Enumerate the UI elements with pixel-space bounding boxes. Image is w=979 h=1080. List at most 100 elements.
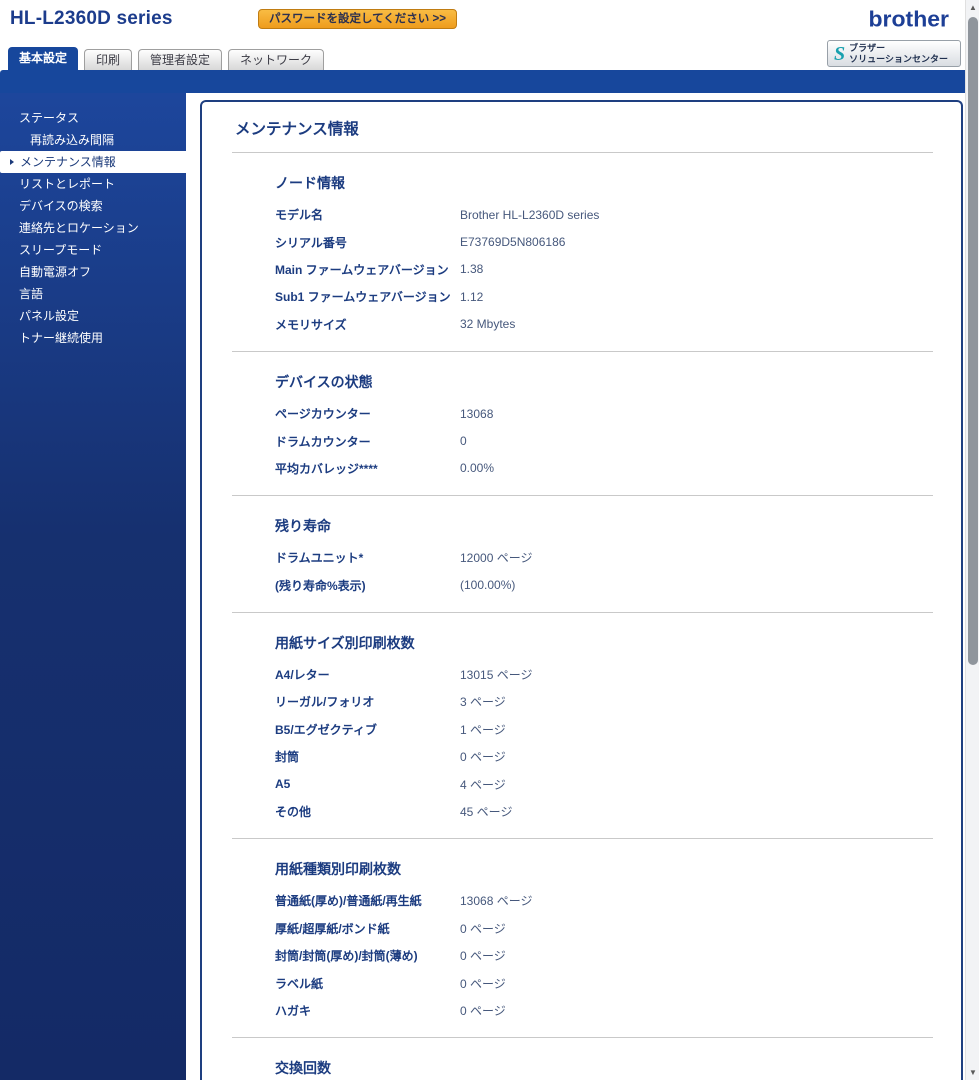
tab-print[interactable]: 印刷 (84, 49, 133, 70)
info-value: 0 ページ (460, 949, 506, 964)
info-label: ハガキ (275, 1004, 312, 1018)
info-value: 12000 ページ (460, 551, 533, 566)
info-value: 0 ページ (460, 976, 506, 991)
info-value: (100.00%) (460, 578, 516, 593)
tab-network[interactable]: ネットワーク (228, 49, 325, 70)
info-value: 1.38 (460, 262, 484, 277)
section-divider (232, 495, 933, 497)
info-label: B5/エグゼクティブ (275, 722, 377, 737)
info-row: 厚紙/超厚紙/ボンド紙 0 ページ (275, 915, 961, 942)
active-item-arrow-icon (10, 159, 14, 165)
sidebar-item-lists-reports[interactable]: リストとレポート (0, 173, 186, 195)
info-label: シリアル番号 (275, 235, 347, 250)
section-heading: 交換回数 (275, 1060, 331, 1077)
info-value: 0 ページ (460, 1004, 506, 1018)
info-row: A5 4 ページ (275, 770, 961, 797)
sidebar: ステータス 再読み込み間隔 メンテナンス情報 リストとレポート デバイスの検索 … (0, 93, 190, 1080)
vertical-scrollbar[interactable]: ▲ ▼ (965, 0, 979, 1080)
tab-basic-settings[interactable]: 基本設定 (8, 47, 79, 70)
title-divider (232, 152, 933, 153)
section-node-info: ノード情報 モデル名 Brother HL-L2360D series シリアル… (202, 173, 961, 338)
section-heading: ノード情報 (275, 175, 345, 191)
info-row: Main ファームウェアバージョン 1.38 (275, 256, 961, 283)
sidebar-item-panel-settings[interactable]: パネル設定 (0, 305, 186, 327)
info-label: Main ファームウェアバージョン (275, 262, 449, 277)
info-value: 13068 (460, 406, 494, 421)
info-label: A4/レター (275, 668, 330, 683)
info-value: 0.00% (460, 461, 495, 476)
accent-band (0, 70, 965, 93)
section-divider (232, 350, 933, 352)
info-label: モデル名 (275, 208, 324, 223)
section-heading: 残り寿命 (275, 518, 331, 535)
info-value: E73769D5N806186 (460, 235, 566, 250)
section-heading: デバイスの状態 (275, 373, 373, 390)
info-label: (残り寿命%表示) (275, 578, 366, 593)
section-replace-count: 交換回数 トナー 6 ドラムユニット 1 (202, 1058, 961, 1080)
info-row: リーガル/フォリオ 3 ページ (275, 688, 961, 715)
sidebar-nav: ステータス 再読み込み間隔 メンテナンス情報 リストとレポート デバイスの検索 … (0, 93, 190, 349)
info-label: その他 (275, 805, 312, 820)
content-title: メンテナンス情報 (235, 121, 359, 138)
solution-center-button[interactable]: S ブラザー ソリューションセンター (827, 40, 961, 67)
tab-admin-settings[interactable]: 管理者設定 (138, 49, 223, 70)
info-row: ドラムカウンター 0 (275, 427, 961, 454)
set-password-button[interactable]: パスワードを設定してください >> (258, 9, 457, 29)
info-label: ドラムユニット* (275, 551, 364, 566)
sidebar-item-contact-location[interactable]: 連絡先とロケーション (0, 217, 186, 239)
info-value: 3 ページ (460, 695, 506, 710)
info-value: 1.12 (460, 289, 484, 304)
info-value: 0 ページ (460, 750, 506, 765)
sidebar-item-status[interactable]: ステータス (0, 107, 186, 129)
sidebar-item-continue-toner[interactable]: トナー継続使用 (0, 327, 186, 349)
sidebar-item-find-device[interactable]: デバイスの検索 (0, 195, 186, 217)
page-title: HL-L2360D series (10, 8, 173, 29)
info-value: 1 ページ (460, 722, 506, 737)
info-label: ドラムカウンター (275, 434, 371, 449)
section-device-status: デバイスの状態 ページカウンター 13068 ドラムカウンター 0 平均カバレッ… (202, 372, 961, 482)
info-row: ページカウンター 13068 (275, 400, 961, 427)
info-label: 普通紙(厚め)/普通紙/再生紙 (275, 894, 422, 909)
section-heading: 用紙サイズ別印刷枚数 (275, 634, 415, 651)
info-row: 平均カバレッジ**** 0.00% (275, 455, 961, 482)
info-value: 0 ページ (460, 921, 506, 936)
section-remaining-life: 残り寿命 ドラムユニット* 12000 ページ (残り寿命%表示) (100.0… (202, 516, 961, 599)
info-row: 普通紙(厚め)/普通紙/再生紙 13068 ページ (275, 887, 961, 914)
info-row: Sub1 ファームウェアバージョン 1.12 (275, 283, 961, 310)
info-row: ドラムユニット* 12000 ページ (275, 544, 961, 571)
header: HL-L2360D series パスワードを設定してください >> broth… (0, 0, 965, 46)
info-row: A4/レター 13015 ページ (275, 661, 961, 688)
sidebar-item-auto-power-off[interactable]: 自動電源オフ (0, 261, 186, 283)
content-panel: メンテナンス情報 ノード情報 モデル名 Brother HL-L2360D se… (200, 100, 963, 1080)
solution-center-label: ブラザー ソリューションセンター (849, 42, 948, 64)
brother-logo: brother (868, 6, 950, 32)
info-value: 13015 ページ (460, 668, 533, 683)
scroll-up-arrow-icon[interactable]: ▲ (966, 0, 979, 15)
info-label: ラベル紙 (275, 976, 324, 991)
section-divider (232, 611, 933, 613)
info-row: メモリサイズ 32 Mbytes (275, 311, 961, 338)
info-row: その他 45 ページ (275, 798, 961, 825)
info-label: 封筒/封筒(厚め)/封筒(薄め) (275, 949, 418, 964)
info-row: 封筒/封筒(厚め)/封筒(薄め) 0 ページ (275, 942, 961, 969)
scrollbar-thumb[interactable] (968, 17, 978, 665)
section-divider (232, 1037, 933, 1039)
section-pages-by-paper-type: 用紙種類別印刷枚数 普通紙(厚め)/普通紙/再生紙 13068 ページ 厚紙/超… (202, 859, 961, 1024)
info-value: 4 ページ (460, 777, 506, 792)
info-row: ハガキ 0 ページ (275, 997, 961, 1024)
info-label: 厚紙/超厚紙/ボンド紙 (275, 921, 390, 936)
info-value: Brother HL-L2360D series (460, 207, 600, 222)
sidebar-item-language[interactable]: 言語 (0, 283, 186, 305)
solution-center-swoosh-icon: S (834, 42, 846, 65)
scroll-down-arrow-icon[interactable]: ▼ (966, 1065, 979, 1080)
info-label: リーガル/フォリオ (275, 695, 375, 710)
sidebar-item-maintenance-info[interactable]: メンテナンス情報 (0, 151, 190, 173)
info-row: モデル名 Brother HL-L2360D series (275, 201, 961, 228)
info-label: Sub1 ファームウェアバージョン (275, 290, 451, 305)
section-divider (232, 838, 933, 840)
sidebar-item-sleep-mode[interactable]: スリープモード (0, 239, 186, 261)
info-row: 封筒 0 ページ (275, 743, 961, 770)
section-heading: 用紙種類別印刷枚数 (275, 861, 401, 878)
info-label: A5 (275, 777, 291, 792)
sidebar-item-refresh-interval[interactable]: 再読み込み間隔 (0, 129, 186, 151)
